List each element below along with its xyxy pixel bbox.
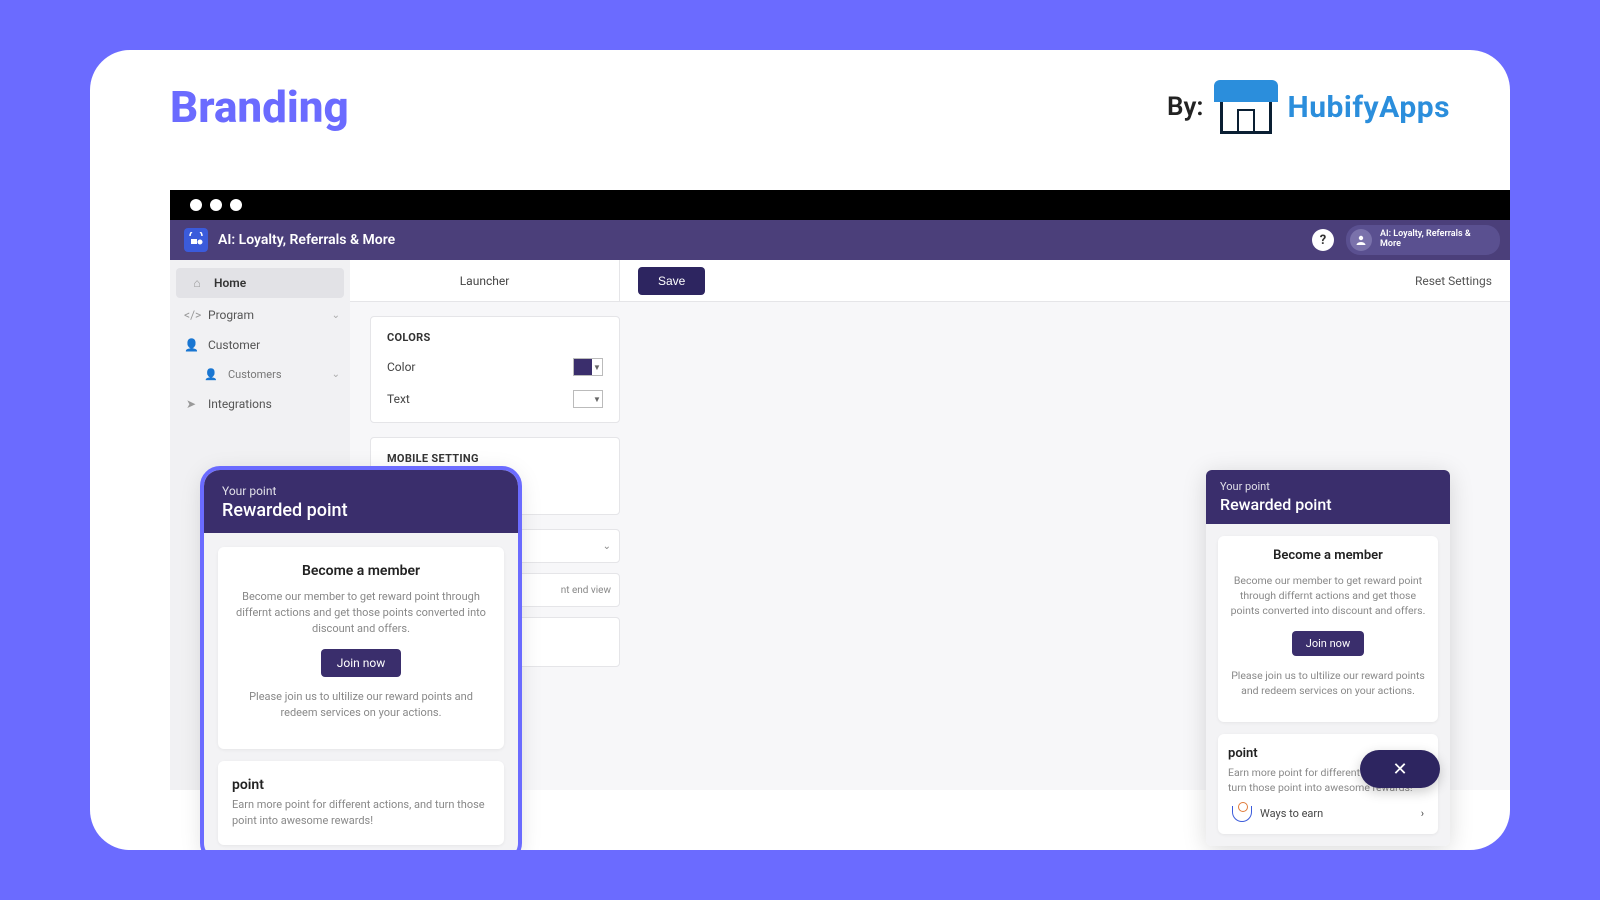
preview-header: Your point Rewarded point: [1206, 470, 1450, 524]
ways-label: Ways to earn: [1260, 807, 1323, 820]
ways-icon: [1232, 806, 1252, 822]
panel-title: MOBILE SETTING: [387, 452, 603, 465]
user-menu[interactable]: AI: Loyalty, Referrals & More: [1346, 225, 1500, 255]
caption-text: nt end view: [561, 585, 611, 596]
app-logo-icon: [184, 228, 208, 252]
preview-header: Your point Rewarded point: [204, 470, 518, 533]
join-now-button[interactable]: Join now: [1292, 631, 1364, 656]
save-button[interactable]: Save: [638, 267, 705, 295]
text-setting-row: Text ▼: [387, 390, 603, 408]
sidebar-item-program[interactable]: </> Program ⌄: [170, 300, 350, 330]
card-note: Please join us to ultilize our reward po…: [1228, 668, 1428, 698]
preview-subtitle: Your point: [222, 484, 500, 498]
swatch-preview: [574, 359, 592, 375]
preview-subtitle: Your point: [1220, 480, 1436, 493]
card-note: Please join us to ultilize our reward po…: [232, 689, 490, 721]
app-name: AI: Loyalty, Referrals & More: [218, 232, 395, 248]
panel-title: COLORS: [387, 331, 603, 344]
sidebar-item-customer[interactable]: 👤 Customer: [170, 330, 350, 360]
sidebar-item-home[interactable]: ⌂ Home: [176, 268, 344, 298]
text-color-picker[interactable]: ▼: [573, 390, 603, 408]
sidebar-label: Integrations: [208, 397, 272, 411]
brand-word: HubifyApps: [1288, 90, 1450, 125]
card-heading: Become a member: [1228, 548, 1428, 563]
preview-widget-highlighted: Your point Rewarded point Become a membe…: [204, 470, 518, 850]
card-heading: Become a member: [232, 563, 490, 579]
reset-settings-link[interactable]: Reset Settings: [1415, 274, 1492, 288]
chevron-down-icon: ▼: [592, 363, 602, 372]
close-icon: ✕: [1392, 759, 1407, 780]
brand-block: By: HubifyApps: [1167, 80, 1450, 134]
traffic-light-icon: [210, 199, 222, 211]
help-button[interactable]: ?: [1312, 229, 1334, 251]
close-launcher-button[interactable]: ✕: [1360, 750, 1440, 788]
person-icon: 👤: [184, 338, 198, 352]
card-text: Become our member to get reward point th…: [232, 589, 490, 637]
chevron-down-icon: ⌄: [332, 369, 340, 380]
user-label: AI: Loyalty, Referrals & More: [1380, 230, 1490, 250]
traffic-light-icon: [230, 199, 242, 211]
member-card: Become a member Become our member to get…: [218, 547, 504, 749]
ways-to-earn-row[interactable]: Ways to earn ›: [1228, 796, 1428, 822]
traffic-light-icon: [190, 199, 202, 211]
code-icon: </>: [184, 308, 198, 322]
home-icon: ⌂: [190, 276, 204, 290]
sidebar-label: Customers: [228, 368, 282, 381]
sidebar-label: Home: [214, 276, 246, 290]
preview-body: Become a member Become our member to get…: [204, 533, 518, 850]
card-heading: point: [232, 777, 490, 793]
chevron-down-icon: ⌄: [603, 541, 611, 552]
preview-title: Rewarded point: [1220, 495, 1436, 514]
person-icon: 👤: [204, 368, 218, 381]
outer-card: Branding By: HubifyApps AI: Loyalty, Ref…: [90, 50, 1510, 850]
by-label: By:: [1167, 92, 1204, 122]
chevron-right-icon: ›: [1421, 807, 1424, 820]
marketing-header: Branding By: HubifyApps: [90, 50, 1510, 154]
sidebar-item-customers[interactable]: 👤 Customers ⌄: [170, 360, 350, 389]
member-card: Become a member Become our member to get…: [1218, 536, 1438, 722]
chevron-down-icon: ⌄: [332, 310, 340, 321]
preview-widget: Your point Rewarded point Become a membe…: [1206, 470, 1450, 846]
preview-title: Rewarded point: [222, 500, 500, 521]
setting-label: Color: [387, 360, 415, 374]
preview-body: Become a member Become our member to get…: [1206, 524, 1450, 846]
page-title: Branding: [170, 81, 349, 133]
chevron-down-icon: ▼: [592, 395, 602, 404]
sidebar-label: Customer: [208, 338, 260, 352]
color-picker[interactable]: ▼: [573, 358, 603, 376]
sidebar-item-integrations[interactable]: ➤ Integrations: [170, 389, 350, 419]
colors-panel: COLORS Color ▼ Text ▼: [370, 316, 620, 423]
tab-launcher[interactable]: Launcher: [350, 260, 620, 301]
sidebar-label: Program: [208, 308, 254, 322]
card-text: Earn more point for different actions, a…: [232, 797, 490, 829]
point-card: point Earn more point for different acti…: [218, 761, 504, 845]
app-header: AI: Loyalty, Referrals & More ? AI: Loya…: [170, 220, 1510, 260]
setting-label: Text: [387, 392, 410, 406]
hubify-logo-icon: [1214, 80, 1278, 134]
swatch-preview: [574, 391, 592, 407]
window-titlebar: [170, 190, 1510, 220]
content-toolbar: Launcher Save Reset Settings: [350, 260, 1510, 302]
card-text: Become our member to get reward point th…: [1228, 573, 1428, 619]
avatar-icon: [1350, 229, 1372, 251]
color-setting-row: Color ▼: [387, 358, 603, 376]
join-now-button[interactable]: Join now: [321, 649, 401, 677]
send-icon: ➤: [184, 397, 198, 411]
